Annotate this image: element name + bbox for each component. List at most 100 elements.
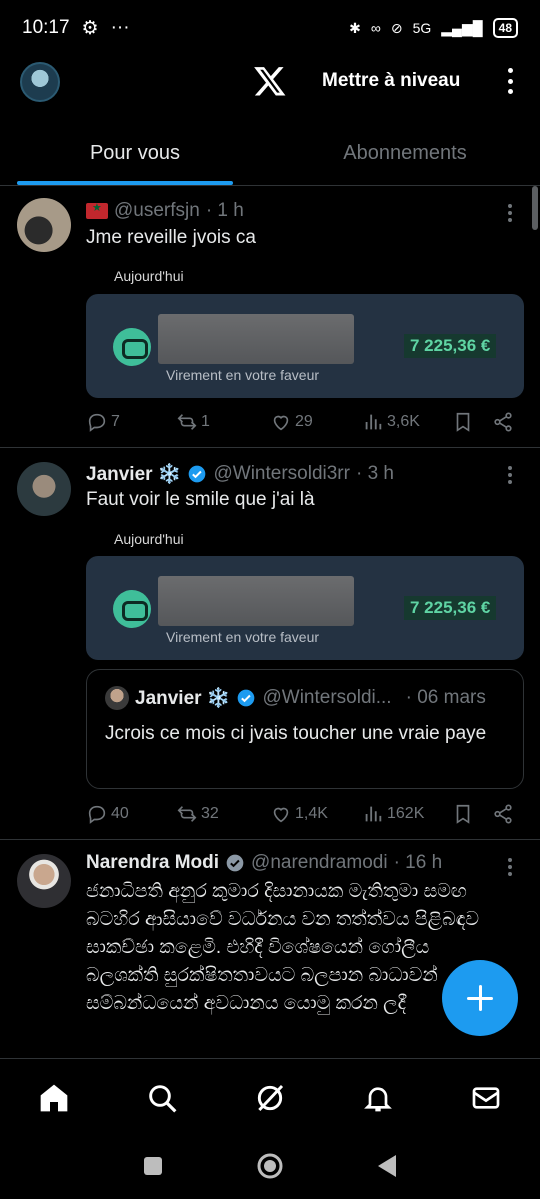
upgrade-button[interactable]: Mettre à niveau [322,70,460,92]
bookmark-icon [456,412,470,432]
views-icon [365,806,382,822]
reply-button[interactable]: 40 [86,803,176,825]
share-icon [494,412,512,432]
recent-apps-icon[interactable] [143,1156,163,1176]
bank-icon [113,590,151,628]
post-time: · 1 h [205,200,244,221]
post-more-icon[interactable] [508,466,514,484]
heart-icon [273,415,289,431]
post-author[interactable]: Narendra Modi [86,852,219,874]
back-icon[interactable] [376,1154,398,1178]
tab-following[interactable]: Abonnements [270,126,540,185]
repost-count: 32 [201,805,219,822]
post-text: Faut voir le smile que j'ai là [86,489,315,510]
verified-badge-icon [238,689,255,707]
bookmark-button[interactable] [452,803,492,825]
post-more-icon[interactable] [508,204,514,222]
redacted-area [158,314,354,364]
quoted-post[interactable]: Janvier ❄️ @Wintersoldi... · 06 mars Jcr… [86,669,524,789]
views-button[interactable]: 162K [362,803,452,825]
link-icon: ∞ [370,20,381,36]
heart-icon [273,807,289,823]
like-count: 29 [295,413,313,430]
battery-indicator: 48 [492,18,518,38]
repost-icon [177,806,197,822]
quoted-author: Janvier ❄️ [135,688,231,709]
views-icon [365,414,382,430]
post-author[interactable]: Janvier ❄️ [86,462,181,486]
home-icon[interactable] [38,1082,70,1114]
notifications-icon[interactable] [362,1082,394,1114]
share-button[interactable] [492,411,516,433]
quoted-text: Jcrois ce mois ci jvais toucher une vrai… [105,723,487,744]
messages-icon[interactable] [470,1082,502,1114]
post-text: Jme reveille jvois ca [86,227,256,248]
bluetooth-icon: ✱ [349,19,361,36]
like-button[interactable]: 29 [270,411,362,433]
post-avatar[interactable] [17,854,71,908]
post[interactable]: @userfsjn · 1 h Jme reveille jvois ca Au… [0,186,540,448]
reply-button[interactable]: 7 [86,411,176,433]
transfer-subtitle: Virement en votre faveur [166,629,320,645]
bookmark-button[interactable] [452,411,492,433]
network-label: 5G [412,20,432,36]
more-options-icon[interactable] [500,66,520,96]
transfer-amount: 7 225,36 € [404,596,497,620]
like-button[interactable]: 1,4K [270,803,362,825]
post-actions: 40 32 1,4K 162K [86,799,516,829]
redacted-area [158,576,354,626]
reply-count: 40 [111,805,129,822]
status-time: 10:17 [22,17,70,38]
bookmark-icon [456,804,470,824]
grok-icon[interactable] [254,1082,286,1114]
views-count: 3,6K [387,413,420,430]
top-header: Mettre à niveau [0,56,540,108]
transfer-subtitle: Virement en votre faveur [166,367,320,383]
post-more-icon[interactable] [508,858,514,876]
share-button[interactable] [492,803,516,825]
feed-tabs: Pour vous Abonnements [0,126,540,186]
home-button-icon[interactable] [256,1152,284,1180]
settings-icon: ⚙ [81,17,99,39]
transfer-card: Virement en votre faveur 7 225,36 € [86,556,524,660]
verified-badge-icon [189,465,206,483]
reply-icon [88,413,106,432]
post-avatar[interactable] [17,198,71,252]
like-count: 1,4K [295,805,328,822]
post-media[interactable]: Aujourd'hui Virement en votre faveur 7 2… [86,526,524,660]
media-date-label: Aujourd'hui [114,531,184,547]
repost-button[interactable]: 32 [176,803,270,825]
post-time: · 3 h [355,463,394,484]
repost-count: 1 [201,413,210,430]
views-count: 162K [387,805,425,822]
post[interactable]: Janvier ❄️ @Wintersoldi3rr · 3 h Faut vo… [0,448,540,840]
system-navigation [0,1136,540,1199]
transfer-amount: 7 225,36 € [404,334,497,358]
x-logo-icon [254,67,286,96]
bottom-navigation [0,1058,540,1136]
flag-icon [86,201,108,219]
post-avatar[interactable] [17,462,71,516]
transfer-card: Virement en votre faveur 7 225,36 € [86,294,524,398]
more-notifications-icon: ··· [110,17,130,38]
post-handle[interactable]: @narendramodi [251,852,388,874]
post-time: · 16 h [393,852,443,873]
post-media[interactable]: Aujourd'hui Virement en votre faveur 7 2… [86,264,524,398]
plus-icon-v [478,985,482,1011]
compose-button[interactable] [442,960,518,1036]
mute-icon: ⊘ [390,19,403,36]
quoted-handle: @Wintersoldi... [262,687,392,708]
profile-avatar[interactable] [20,62,60,102]
quoted-time: · 06 mars [405,687,486,708]
quoted-avatar [105,686,129,710]
share-icon [494,804,512,824]
search-icon[interactable] [146,1082,178,1114]
media-date-label: Aujourd'hui [114,268,184,284]
status-bar: 10:17 ⚙ ··· ✱ ∞ ⊘ 5G ▂▄▆█ 48 [0,0,540,56]
repost-button[interactable]: 1 [176,411,270,433]
signal-icon: ▂▄▆█ [441,19,483,36]
tab-for-you[interactable]: Pour vous [0,126,270,185]
views-button[interactable]: 3,6K [362,411,452,433]
post-handle[interactable]: @userfsjn [114,200,200,222]
post-handle[interactable]: @Wintersoldi3rr [213,463,349,485]
